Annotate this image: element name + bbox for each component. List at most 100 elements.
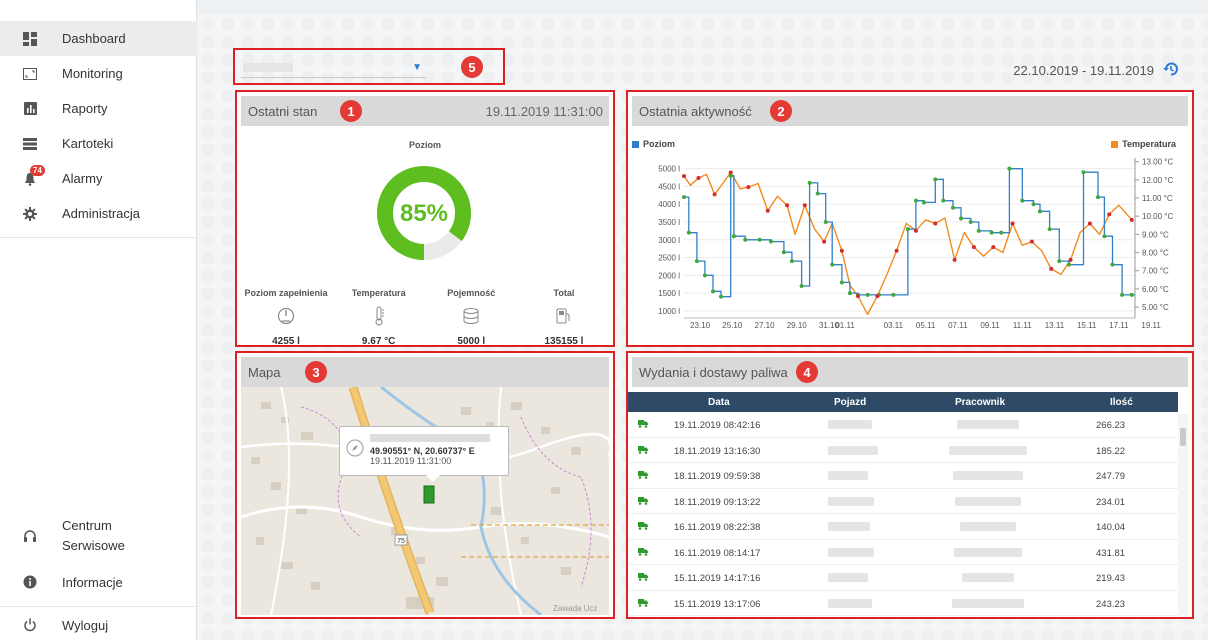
truck-icon: [638, 420, 648, 428]
level-data-point: [921, 200, 926, 205]
popup-time: 19.11.2019 11:31:00: [370, 456, 452, 466]
map-view[interactable]: 75 Zawada Ucz 49.90551° N, 20.60737° E 1…: [241, 387, 609, 615]
table-row[interactable]: 15.11.2019 14:17:16 219.43: [628, 565, 1178, 591]
table-row[interactable]: 16.11.2019 08:22:38 140.04: [628, 514, 1178, 540]
cell-vehicle-redacted: [828, 445, 878, 455]
level-data-point: [830, 262, 835, 267]
last-state-header: Ostatni stan 1 19.11.2019 11:31:00: [241, 96, 609, 126]
cell-quantity: 185.22: [1096, 445, 1126, 457]
level-data-point: [941, 198, 946, 203]
temperature-data-point: [855, 294, 860, 299]
sidebar-item-administration[interactable]: Administracja: [0, 196, 197, 231]
sidebar-item-info[interactable]: Informacje: [0, 562, 197, 602]
sidebar-item-service-center[interactable]: Centrum Serwisowe: [0, 510, 197, 562]
sidebar-item-alarms[interactable]: 74 Alarmy: [0, 161, 197, 196]
cell-vehicle-redacted: [828, 573, 868, 582]
annotation-marker-5: 5: [461, 56, 483, 78]
temperature-data-point: [802, 203, 807, 208]
x-tick-label: 07.11: [948, 321, 968, 330]
fuel-pump-icon: [519, 302, 609, 330]
panel-title: Wydania i dostawy paliwa: [639, 364, 788, 380]
level-data-point: [1095, 195, 1100, 200]
y-right-tick-label: 6.00 °C: [1142, 285, 1169, 294]
level-data-point: [1081, 170, 1086, 175]
sidebar-item-records[interactable]: Kartoteki: [0, 126, 197, 161]
object-name-redacted: [370, 434, 490, 442]
level-data-point: [891, 292, 896, 297]
table-row[interactable]: 18.11.2019 09:13:22 234.01: [628, 489, 1178, 514]
y-right-tick-label: 9.00 °C: [1142, 230, 1169, 239]
power-icon: [22, 617, 38, 633]
cell-employee-redacted: [962, 573, 1014, 582]
x-tick-label: 03.11: [884, 321, 904, 330]
last-state-timestamp: 19.11.2019 11:31:00: [485, 103, 603, 119]
x-tick-label: 27.10: [755, 321, 776, 330]
panel-title: Mapa: [248, 364, 281, 380]
cell-quantity: 247.79: [1096, 471, 1126, 482]
level-data-point: [950, 205, 955, 210]
temperature-data-point: [682, 174, 686, 179]
temperature-data-point: [1068, 257, 1073, 262]
cell-quantity: 219.43: [1096, 573, 1126, 584]
stat-label: Pojemność: [447, 288, 496, 298]
level-data-point: [694, 259, 699, 264]
sidebar-item-logout[interactable]: Wyloguj: [0, 607, 197, 640]
truck-icon: [638, 598, 648, 607]
level-data-point: [781, 250, 786, 255]
cell-vehicle-redacted: [828, 496, 874, 506]
cell-quantity: 266.23: [1096, 420, 1126, 431]
cell-employee-redacted: [954, 547, 1022, 557]
x-tick-label: 23.10: [690, 321, 711, 330]
annotation-marker-2: 2: [770, 100, 792, 122]
alarm-count-badge: 74: [30, 164, 45, 176]
legend-swatch: [1111, 140, 1119, 148]
monitor-icon: [22, 66, 38, 82]
y-left-tick-label: 5000 l: [658, 165, 680, 174]
y-left-tick-label: 4000 l: [658, 200, 680, 209]
object-selector-box: ▼ 5: [233, 48, 505, 85]
column-header-vehicle[interactable]: Pojazd: [834, 397, 866, 408]
cell-employee-redacted: [953, 471, 1023, 480]
legend-level[interactable]: Poziom: [632, 139, 675, 149]
level-data-point: [1129, 292, 1134, 297]
table-row[interactable]: 18.11.2019 09:59:38 247.79: [628, 463, 1178, 489]
table-scrollbar[interactable]: [1178, 414, 1188, 617]
dropdown-arrow-icon: ▼: [412, 62, 422, 73]
popup-tail: [426, 475, 440, 482]
scrollbar-thumb[interactable]: [1180, 428, 1186, 446]
column-header-quantity[interactable]: Ilość: [1110, 397, 1133, 408]
truck-icon: [638, 471, 648, 479]
legend-temperature[interactable]: Temperatura: [1111, 139, 1176, 149]
last-state-panel: Ostatni stan 1 19.11.2019 11:31:00 Pozio…: [235, 90, 615, 347]
map-place-label: Zawada Ucz: [553, 604, 597, 613]
level-data-point: [686, 230, 691, 235]
table-row[interactable]: 15.11.2019 13:17:06 243.23: [628, 591, 1178, 616]
y-left-tick-label: 3000 l: [658, 236, 680, 245]
cell-vehicle-redacted: [828, 598, 872, 608]
column-header-employee[interactable]: Pracownik: [955, 397, 1005, 408]
temperature-data-point: [839, 248, 844, 253]
y-left-tick-label: 2000 l: [658, 271, 680, 280]
table-row[interactable]: 19.11.2019 08:42:16 266.23: [628, 412, 1178, 438]
info-icon: [22, 574, 38, 590]
sidebar-item-label: Kartoteki: [62, 136, 114, 151]
table-row[interactable]: 16.11.2019 08:14:17 431.81: [628, 540, 1178, 565]
sidebar-item-monitoring[interactable]: Monitoring: [0, 56, 197, 91]
x-tick-label: 17.11: [1109, 321, 1129, 330]
object-select[interactable]: ▼: [241, 60, 426, 78]
popup-coordinates: 49.90551° N, 20.60737° E: [370, 446, 475, 456]
level-data-point: [1020, 198, 1025, 203]
temperature-data-point: [1107, 212, 1112, 217]
cell-date: 16.11.2019 08:22:38: [674, 522, 761, 533]
level-data-point: [999, 230, 1004, 235]
x-tick-label: 15.11: [1077, 321, 1097, 330]
x-tick-label: 19.11: [1141, 321, 1161, 330]
column-header-date[interactable]: Data: [708, 397, 730, 408]
bell-icon: 74: [22, 164, 45, 187]
table-row[interactable]: 18.11.2019 13:16:30 185.22: [628, 438, 1178, 463]
gear-icon: [22, 206, 38, 222]
sidebar-item-reports[interactable]: Raporty: [0, 91, 197, 126]
level-data-point: [1057, 259, 1062, 264]
history-icon[interactable]: [1162, 60, 1180, 81]
sidebar-item-dashboard[interactable]: Dashboard: [0, 21, 197, 56]
